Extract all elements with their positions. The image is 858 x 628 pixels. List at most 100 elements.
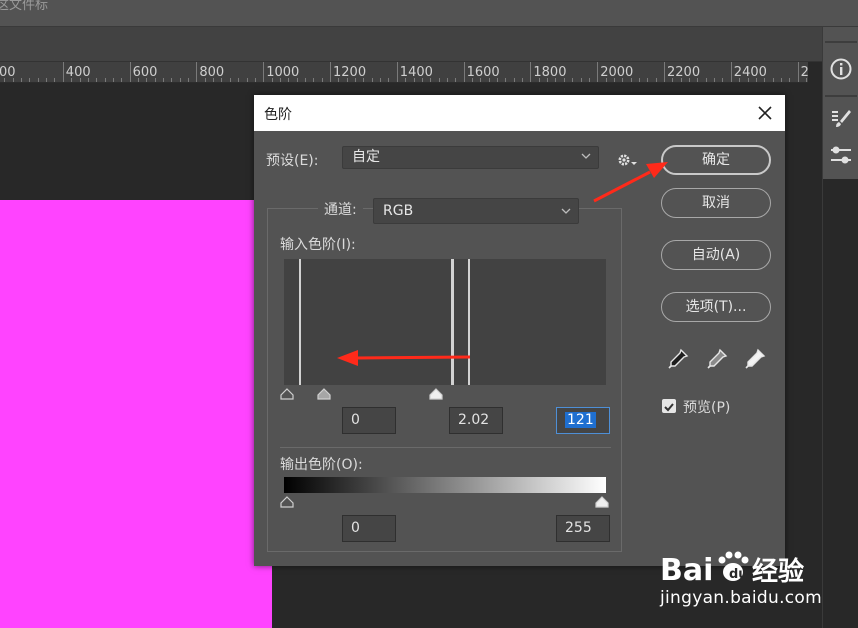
black-eyedropper-icon[interactable] bbox=[667, 348, 689, 370]
input-gamma-value: 2.02 bbox=[458, 412, 490, 428]
ruler-minor-tick bbox=[480, 78, 482, 82]
ruler-minor-tick bbox=[497, 78, 498, 82]
ruler-minor-tick bbox=[313, 78, 315, 82]
output-black-value: 0 bbox=[351, 520, 360, 536]
output-white-field[interactable]: 255 bbox=[556, 515, 610, 542]
chevron-down-icon bbox=[581, 153, 591, 159]
ruler-minor-tick bbox=[204, 78, 206, 82]
ruler-minor-tick bbox=[37, 78, 39, 82]
preview-label[interactable]: 预览(P) bbox=[683, 397, 730, 417]
ruler-minor-tick bbox=[588, 78, 590, 82]
ruler-major-tick bbox=[62, 62, 64, 82]
channel-value: RGB bbox=[383, 203, 414, 219]
preset-select[interactable]: 自定 bbox=[342, 146, 599, 169]
gear-icon[interactable] bbox=[616, 151, 640, 169]
ruler-minor-tick bbox=[488, 78, 490, 82]
ruler-minor-tick bbox=[471, 78, 473, 82]
input-gamma-slider[interactable] bbox=[317, 388, 331, 400]
ruler-major-tick bbox=[463, 62, 465, 82]
ruler-minor-tick bbox=[739, 78, 741, 82]
chevron-down-icon bbox=[561, 208, 571, 214]
ruler-minor-tick bbox=[405, 78, 407, 82]
output-black-slider[interactable] bbox=[280, 496, 294, 508]
ruler-minor-tick bbox=[605, 78, 607, 82]
ruler-major-tick bbox=[664, 62, 665, 82]
ruler-minor-tick bbox=[46, 78, 48, 82]
ruler-minor-tick bbox=[304, 78, 306, 82]
ruler-major-tick bbox=[330, 62, 331, 82]
ruler-minor-tick bbox=[421, 78, 423, 82]
svg-text:du: du bbox=[729, 567, 748, 582]
ruler-minor-tick bbox=[355, 78, 357, 82]
levels-dialog: 色阶 预设(E): 自定 通道: RGB 输入色阶(I): 0 2.02 121… bbox=[254, 95, 785, 566]
ruler-minor-tick bbox=[188, 78, 190, 82]
input-white-field[interactable]: 121 bbox=[556, 407, 610, 434]
ruler-minor-tick bbox=[371, 78, 373, 82]
ruler-minor-tick bbox=[363, 78, 365, 82]
ruler-minor-tick bbox=[513, 78, 515, 82]
ruler-minor-tick bbox=[213, 78, 215, 82]
histogram bbox=[284, 259, 606, 385]
ruler-minor-tick bbox=[655, 78, 657, 82]
ruler-major-tick bbox=[797, 62, 799, 82]
output-levels-label: 输出色阶(O): bbox=[280, 457, 363, 473]
ruler-minor-tick bbox=[346, 78, 348, 82]
app-menu-bar: 这文件标 bbox=[0, 0, 858, 27]
ruler-minor-tick bbox=[805, 78, 807, 82]
ruler-minor-tick bbox=[630, 78, 632, 82]
ruler-minor-tick bbox=[505, 78, 507, 82]
ruler-major-tick bbox=[263, 62, 265, 82]
input-black-slider[interactable] bbox=[280, 388, 294, 400]
output-white-value: 255 bbox=[565, 520, 592, 536]
auto-button[interactable]: 自动(A) bbox=[661, 240, 771, 270]
output-black-field[interactable]: 0 bbox=[342, 515, 396, 542]
baidu-watermark-logo: Bai du 经验 bbox=[660, 551, 804, 588]
cancel-button[interactable]: 取消 bbox=[661, 188, 771, 218]
ruler-minor-tick bbox=[246, 78, 248, 82]
ruler-minor-tick bbox=[638, 78, 640, 82]
ruler-minor-tick bbox=[388, 78, 390, 82]
ruler-minor-tick bbox=[254, 78, 256, 82]
ruler-minor-tick bbox=[271, 78, 273, 82]
input-white-slider[interactable] bbox=[429, 388, 443, 400]
ruler-minor-tick bbox=[580, 78, 582, 82]
horizontal-ruler: 00 400 600 800 1000 1200 1400 1600 1800 2000 2200 2… bbox=[0, 62, 808, 83]
ruler-minor-tick bbox=[563, 78, 565, 82]
dialog-title: 色阶 bbox=[264, 107, 292, 123]
channel-select[interactable]: RGB bbox=[373, 198, 579, 224]
ruler-minor-tick bbox=[522, 78, 524, 82]
ruler-minor-tick bbox=[229, 78, 231, 82]
input-black-value: 0 bbox=[351, 412, 360, 428]
brush-icon[interactable] bbox=[829, 107, 853, 131]
sliders-icon[interactable] bbox=[829, 143, 853, 167]
ruler-minor-tick bbox=[680, 78, 682, 82]
options-button[interactable]: 选项(T)... bbox=[661, 292, 771, 322]
input-black-field[interactable]: 0 bbox=[342, 407, 396, 434]
ruler-minor-tick bbox=[755, 78, 757, 82]
ruler-minor-tick bbox=[296, 78, 298, 82]
ruler-minor-tick bbox=[380, 78, 382, 82]
right-panel-dock bbox=[822, 27, 858, 628]
ruler-minor-tick bbox=[672, 78, 674, 82]
ok-button[interactable]: 确定 bbox=[661, 145, 771, 175]
ruler-minor-tick bbox=[146, 78, 148, 82]
ruler-minor-tick bbox=[279, 78, 281, 82]
ruler-major-tick bbox=[730, 62, 732, 82]
output-white-slider[interactable] bbox=[595, 496, 609, 508]
magenta-layer bbox=[0, 200, 272, 628]
watermark-url: jingyan.baidu.com bbox=[660, 588, 822, 608]
white-eyedropper-icon[interactable] bbox=[744, 348, 766, 370]
close-icon[interactable] bbox=[755, 103, 775, 123]
ruler-minor-tick bbox=[12, 78, 14, 82]
ruler-major-tick bbox=[129, 62, 131, 82]
ruler-major-tick bbox=[396, 62, 398, 82]
ruler-minor-tick bbox=[764, 78, 766, 82]
ruler-minor-tick bbox=[238, 78, 240, 82]
info-icon[interactable] bbox=[829, 57, 853, 81]
ruler-minor-tick bbox=[697, 78, 699, 82]
ruler-minor-tick bbox=[96, 78, 98, 82]
ruler-minor-tick bbox=[54, 78, 56, 82]
preview-checkbox[interactable] bbox=[662, 399, 676, 413]
gray-eyedropper-icon[interactable] bbox=[706, 348, 728, 370]
input-gamma-field[interactable]: 2.02 bbox=[449, 407, 503, 434]
